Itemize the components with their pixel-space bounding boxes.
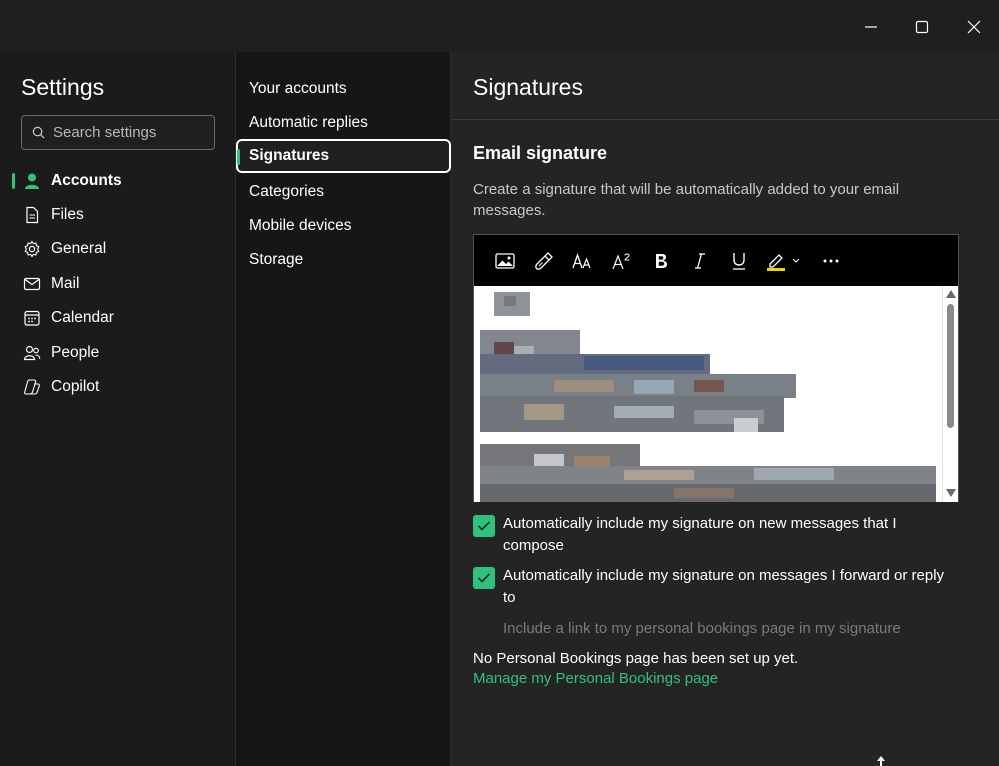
underline-icon (733, 252, 745, 270)
close-icon (967, 20, 981, 34)
highlight-icon (767, 253, 800, 271)
person-icon (22, 171, 42, 191)
nav-item-label: Calendar (51, 309, 114, 326)
signature-content[interactable] (474, 286, 942, 502)
nav-item-accounts[interactable]: Accounts (12, 165, 227, 197)
signature-editor[interactable] (473, 234, 959, 502)
checkmark-icon (477, 573, 491, 583)
maximize-icon (915, 20, 929, 34)
editor-toolbar (474, 235, 958, 286)
subnav-item-signatures[interactable]: Signatures (236, 139, 451, 173)
nav-item-files[interactable]: Files (12, 199, 227, 231)
editor-scrollbar[interactable] (942, 286, 958, 502)
checkbox-row-forward-reply: Automatically include my signature on me… (473, 567, 953, 609)
nav-item-mail[interactable]: Mail (12, 268, 227, 300)
more-options-button[interactable] (818, 248, 844, 274)
new-messages-label: Automatically include my signature on ne… (503, 515, 897, 554)
accounts-subnav: Your accounts Automatic replies Signatur… (236, 52, 451, 766)
people-icon (22, 343, 42, 363)
forward-reply-label: Automatically include my signature on me… (503, 567, 945, 606)
subnav-item-label: Signatures (249, 147, 330, 164)
subnav-item-storage[interactable]: Storage (236, 243, 450, 277)
nav-item-label: Accounts (51, 172, 122, 189)
new-messages-checkbox[interactable] (473, 515, 495, 537)
no-bookings-message: No Personal Bookings page has been set u… (473, 650, 799, 667)
nav-item-people[interactable]: People (12, 337, 227, 369)
minimize-icon (865, 26, 877, 28)
settings-sidebar: Settings Accounts Files General Mail Cal… (0, 52, 236, 766)
copilot-icon (22, 377, 42, 397)
italic-button[interactable] (687, 248, 713, 274)
section-title: Email signature (473, 143, 608, 163)
search-box[interactable] (21, 115, 215, 150)
forward-reply-checkbox[interactable] (473, 567, 495, 589)
checkbox-row-new-messages: Automatically include my signature on ne… (473, 515, 953, 557)
scroll-thumb[interactable] (947, 304, 954, 428)
format-painter-icon (535, 251, 553, 270)
nav-item-calendar[interactable]: Calendar (12, 302, 227, 334)
subnav-item-your-accounts[interactable]: Your accounts (236, 72, 450, 106)
subnav-item-automatic-replies[interactable]: Automatic replies (236, 106, 450, 140)
signature-description: Create a signature that will be automati… (473, 181, 900, 219)
gear-icon (22, 239, 42, 259)
image-icon (495, 252, 515, 269)
subnav-item-categories[interactable]: Categories (236, 175, 450, 209)
blurred-signature-image (480, 292, 936, 502)
superscript-icon (612, 253, 630, 269)
nav-item-label: Files (51, 206, 84, 223)
title-bar (0, 0, 999, 52)
underline-button[interactable] (726, 248, 752, 274)
scroll-up-icon (946, 290, 956, 298)
active-indicator (12, 173, 15, 189)
active-indicator (237, 149, 240, 165)
bold-button[interactable] (648, 248, 674, 274)
subnav-item-mobile-devices[interactable]: Mobile devices (236, 209, 450, 243)
maximize-button[interactable] (905, 10, 939, 44)
manage-bookings-link[interactable]: Manage my Personal Bookings page (473, 670, 718, 687)
format-painter-button[interactable] (531, 248, 557, 274)
file-icon (22, 205, 42, 225)
close-button[interactable] (957, 10, 991, 44)
highlight-button[interactable] (765, 248, 805, 274)
nav-item-label: Mail (51, 275, 80, 292)
search-icon (32, 126, 45, 139)
settings-title: Settings (21, 74, 105, 100)
nav-item-copilot[interactable]: Copilot (12, 371, 227, 403)
insert-image-button[interactable] (492, 248, 518, 274)
mouse-cursor-icon (877, 756, 885, 766)
search-input[interactable] (53, 124, 203, 141)
nav-item-label: People (51, 344, 100, 361)
bookings-link-option: Include a link to my personal bookings p… (503, 620, 901, 637)
calendar-icon (22, 308, 42, 328)
nav-item-label: General (51, 240, 107, 257)
mail-icon (22, 274, 42, 294)
scroll-down-icon (946, 489, 956, 497)
italic-icon (695, 252, 705, 269)
checkmark-icon (477, 521, 491, 531)
signatures-panel: Signatures Email signature Create a sign… (451, 52, 999, 766)
nav-item-general[interactable]: General (12, 233, 227, 265)
nav-item-label: Copilot (51, 378, 100, 395)
superscript-button[interactable] (609, 248, 635, 274)
bold-icon (656, 253, 667, 268)
divider (451, 119, 999, 120)
minimize-button[interactable] (854, 10, 888, 44)
more-icon (823, 259, 839, 262)
page-title: Signatures (473, 74, 583, 100)
font-size-button[interactable] (570, 248, 596, 274)
font-size-icon (572, 252, 591, 268)
